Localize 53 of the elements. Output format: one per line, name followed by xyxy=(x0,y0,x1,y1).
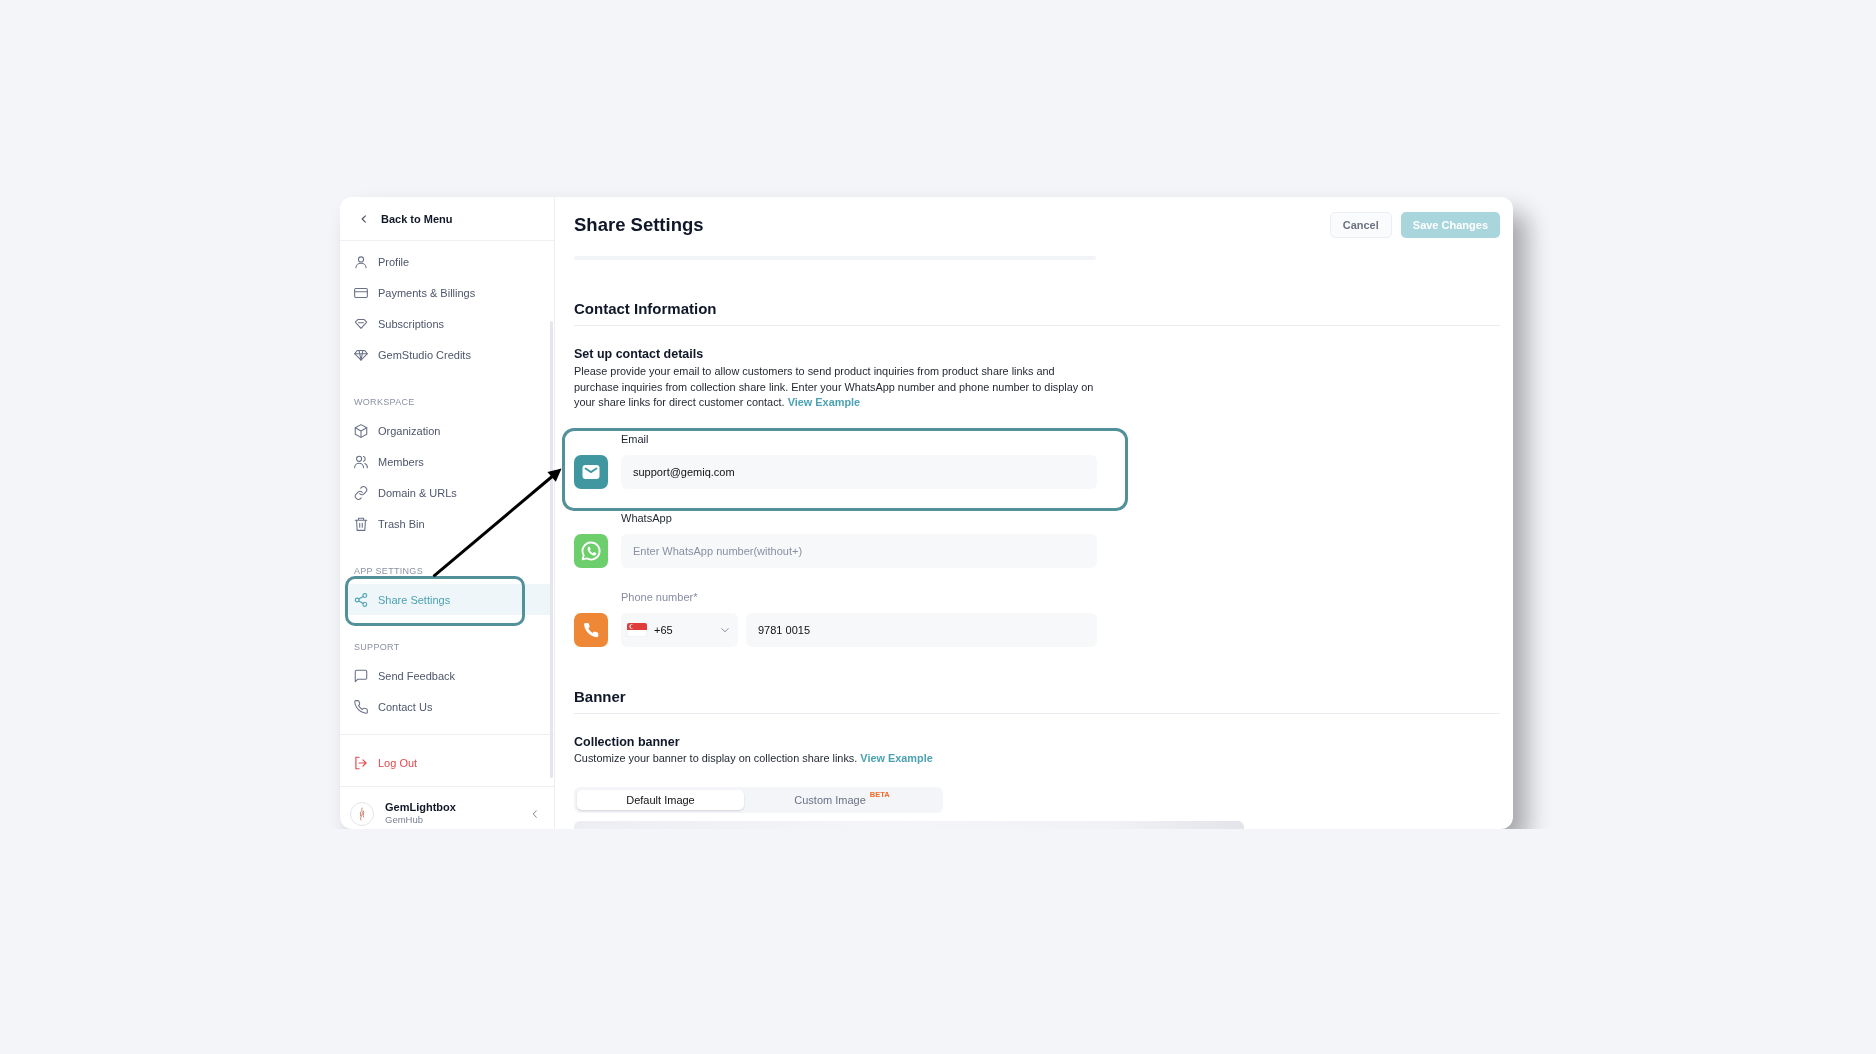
cube-icon xyxy=(354,423,368,438)
description-text: Customize your banner to display on collection share links. View Example xyxy=(574,751,934,766)
field-label: Email xyxy=(621,431,649,446)
user-icon xyxy=(354,254,368,269)
field-label: WhatsApp xyxy=(621,510,672,525)
logout-button[interactable]: Log Out xyxy=(346,747,551,778)
workspace-name: GemHub xyxy=(385,814,424,826)
sidebar-item[interactable]: GemStudio Credits xyxy=(346,339,551,370)
description-text: Please provide your email to allow customers to send product inquiries from product share links and purchase inquiries from collection share link. Enter your WhatsApp number and phone number to display on your share links for direct customer contact. View Example xyxy=(574,364,1095,410)
section-heading: Contact Information xyxy=(574,299,1500,326)
chevron-left-icon xyxy=(359,213,369,224)
section-subheading: Set up contact details xyxy=(574,346,704,362)
image-source-tab[interactable]: Default Image xyxy=(577,789,744,810)
trash-icon xyxy=(354,516,368,531)
sidebar-item[interactable]: Subscriptions xyxy=(346,308,551,339)
sidebar-item[interactable]: Profile xyxy=(346,246,551,277)
sidebar-item[interactable]: Payments & Billings xyxy=(346,277,551,308)
chevron-left-icon xyxy=(530,808,540,819)
country-code-select[interactable]: +65 xyxy=(621,612,738,647)
phone-icon xyxy=(574,612,608,647)
section-subheading: Collection banner xyxy=(574,733,680,750)
link-icon xyxy=(354,485,368,500)
message-icon xyxy=(354,668,368,683)
collapse-button[interactable] xyxy=(530,808,540,819)
field-label: Phone number* xyxy=(621,589,698,604)
page-title: Share Settings xyxy=(574,213,704,237)
flag-icon xyxy=(627,622,647,637)
phone-icon xyxy=(354,699,368,714)
section-label: WORKSPACE xyxy=(353,396,415,409)
logout-icon xyxy=(354,755,368,770)
phone-input[interactable]: 9781 0015 xyxy=(746,612,1097,647)
diamond-icon xyxy=(354,316,368,331)
credit-card-icon xyxy=(354,285,368,300)
users-icon xyxy=(354,454,368,469)
chat-bubble-icon xyxy=(574,533,608,568)
sidebar-item[interactable]: Send Feedback xyxy=(346,660,551,691)
share-icon xyxy=(354,592,368,607)
sidebar-item[interactable]: Domain & URLs xyxy=(346,477,551,508)
sidebar-item[interactable]: Trash Bin xyxy=(346,508,551,539)
sidebar-item[interactable]: Contact Us xyxy=(346,691,551,722)
sidebar-item[interactable]: Organization xyxy=(346,415,551,446)
back-button[interactable]: Back to Menu xyxy=(340,197,554,241)
envelope-icon xyxy=(574,454,608,489)
logo-icon xyxy=(350,801,374,826)
section-heading: Banner xyxy=(574,686,1500,714)
section-label: APP SETTINGS xyxy=(353,565,423,578)
account-name: GemLightbox xyxy=(385,801,456,814)
whatsapp-input[interactable]: Enter WhatsApp number(without+) xyxy=(621,533,1097,568)
section-label: SUPPORT xyxy=(353,641,400,654)
sidebar-item[interactable]: Members xyxy=(346,446,551,477)
gem-icon xyxy=(354,347,368,362)
cancel-button[interactable]: Cancel xyxy=(1329,212,1392,238)
email-input[interactable]: support@gemiq.com xyxy=(621,454,1097,489)
